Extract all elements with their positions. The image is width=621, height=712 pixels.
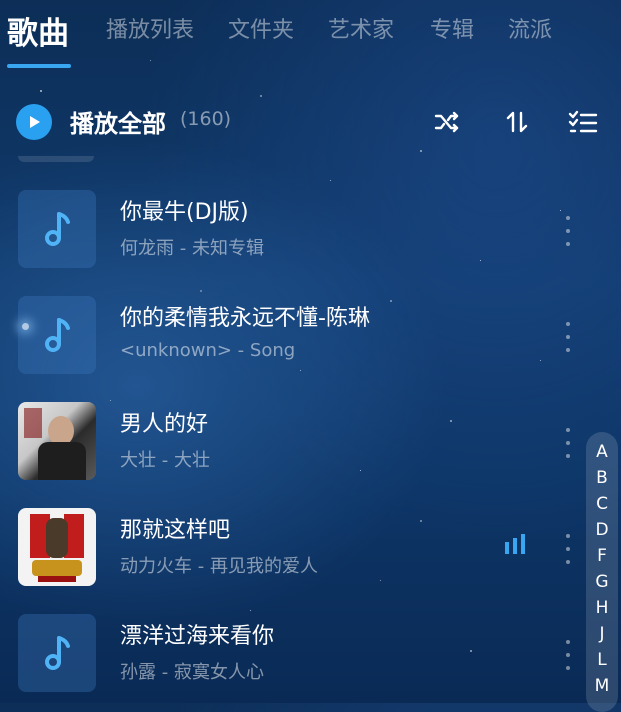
index-letter[interactable]: G	[586, 572, 618, 592]
song-list-item[interactable]: 你的柔情我永远不懂-陈琳 <unknown> - Song	[0, 296, 580, 392]
more-options-icon[interactable]	[560, 322, 576, 352]
song-artist-album: 何龙雨 - 未知专辑	[120, 238, 264, 259]
index-letter[interactable]: F	[586, 546, 618, 566]
album-art	[18, 402, 96, 480]
more-options-icon[interactable]	[560, 428, 576, 458]
tab-songs[interactable]: 歌曲	[7, 8, 69, 53]
album-art	[18, 190, 96, 268]
multi-select-icon[interactable]	[568, 108, 598, 136]
play-icon	[30, 116, 40, 128]
index-letter[interactable]: J	[586, 624, 618, 644]
album-cover-image	[18, 402, 96, 480]
play-all-label[interactable]: 播放全部	[70, 104, 166, 139]
shuffle-icon[interactable]	[432, 108, 462, 136]
index-letter[interactable]: C	[586, 494, 618, 514]
album-art	[18, 614, 96, 692]
song-count: (160)	[180, 108, 232, 130]
song-artist-album: <unknown> - Song	[120, 340, 296, 361]
tab-playlists[interactable]: 播放列表	[106, 12, 194, 44]
album-cover-image	[18, 508, 96, 586]
song-title: 那就这样吧	[120, 518, 231, 543]
music-note-icon	[45, 212, 70, 246]
index-letter[interactable]: H	[586, 598, 618, 618]
play-all-bar: 播放全部 (160)	[0, 96, 621, 148]
index-letter[interactable]: A	[586, 442, 618, 462]
tab-artists[interactable]: 艺术家	[328, 12, 394, 44]
more-options-icon[interactable]	[560, 640, 576, 670]
song-artist-album: 大壮 - 大壮	[120, 450, 210, 471]
tab-genres[interactable]: 流派	[508, 12, 552, 44]
alphabet-index-bar[interactable]: A B C D F G H J L M	[586, 432, 618, 712]
song-list-item-playing[interactable]: 那就这样吧 动力火车 - 再见我的爱人	[0, 508, 580, 604]
index-letter[interactable]: D	[586, 520, 618, 540]
index-letter[interactable]: M	[586, 676, 618, 696]
tab-albums[interactable]: 专辑	[430, 12, 474, 44]
song-list-item[interactable]: 你最牛(DJ版) 何龙雨 - 未知专辑	[0, 190, 580, 286]
category-tabs: 歌曲 播放列表 文件夹 艺术家 专辑 流派	[0, 0, 621, 72]
music-note-icon	[45, 318, 70, 352]
album-art	[18, 296, 96, 374]
more-options-icon[interactable]	[560, 216, 576, 246]
now-playing-equalizer-icon	[505, 534, 525, 554]
tab-folders[interactable]: 文件夹	[228, 12, 294, 44]
active-tab-indicator	[7, 64, 71, 68]
list-item-partial	[18, 156, 94, 162]
index-letter[interactable]: L	[586, 650, 618, 670]
more-options-icon[interactable]	[560, 534, 576, 564]
song-title: 男人的好	[120, 412, 209, 437]
song-artist-album: 孙露 - 寂寞女人心	[120, 662, 264, 683]
song-artist-album: 动力火车 - 再见我的爱人	[120, 556, 318, 577]
song-list-item[interactable]: 漂洋过海来看你 孙露 - 寂寞女人心	[0, 614, 580, 710]
song-title: 你的柔情我永远不懂-陈琳	[120, 306, 370, 331]
song-title: 漂洋过海来看你	[120, 624, 275, 649]
sort-icon[interactable]	[502, 108, 532, 136]
song-title: 你最牛(DJ版)	[120, 200, 249, 225]
music-note-icon	[45, 636, 70, 670]
index-letter[interactable]: B	[586, 468, 618, 488]
song-list-item[interactable]: 男人的好 大壮 - 大壮	[0, 402, 580, 498]
album-art	[18, 508, 96, 586]
play-all-button[interactable]	[16, 104, 52, 140]
